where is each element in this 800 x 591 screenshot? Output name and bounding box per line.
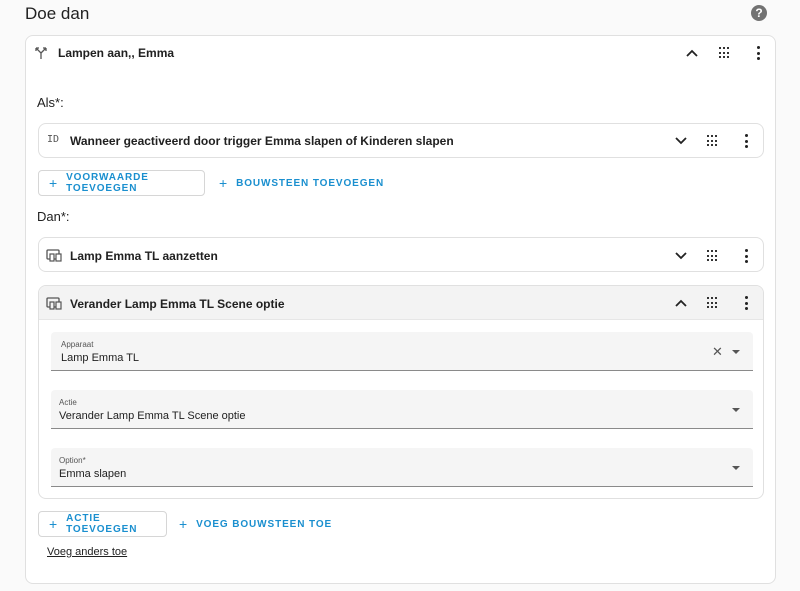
add-else-link[interactable]: Voeg anders toe	[47, 546, 127, 558]
action2-header[interactable]: Verander Lamp Emma TL Scene optie	[39, 286, 763, 320]
add-action-label: ACTIE TOEVOEGEN	[66, 513, 138, 535]
action-card-1[interactable]: Lamp Emma TL aanzetten	[38, 237, 764, 272]
plus-icon: +	[49, 516, 59, 532]
action-field-value: Verander Lamp Emma TL Scene optie	[59, 410, 246, 422]
more-options-icon[interactable]	[743, 249, 749, 263]
add-building-block-label: BOUWSTEEN TOEVOEGEN	[236, 177, 385, 189]
branch-icon	[34, 46, 48, 60]
add-condition-label: VOORWAARDE TOEVOEGEN	[66, 172, 149, 194]
chevron-down-icon[interactable]	[671, 246, 691, 266]
clear-icon[interactable]: ✕	[712, 345, 723, 358]
device-field-label: Apparaat	[61, 340, 94, 349]
drag-handle-icon[interactable]	[707, 135, 717, 147]
id-icon: ID	[47, 134, 60, 145]
plus-icon: +	[49, 175, 59, 191]
chevron-up-icon[interactable]	[682, 43, 702, 63]
chevron-down-icon[interactable]	[671, 131, 691, 151]
dropdown-arrow-icon[interactable]	[732, 408, 740, 412]
dan-label: Dan*:	[37, 209, 70, 224]
block-card: Lampen aan,, Emma Als*: ID Wanneer geact…	[25, 35, 776, 584]
device-field[interactable]: Apparaat Lamp Emma TL ✕	[51, 332, 753, 371]
action-field[interactable]: Actie Verander Lamp Emma TL Scene optie	[51, 390, 753, 429]
drag-handle-icon[interactable]	[719, 47, 729, 59]
action-field-label: Actie	[59, 398, 77, 407]
page-title: Doe dan	[25, 4, 90, 23]
drag-handle-icon[interactable]	[707, 250, 717, 262]
dropdown-arrow-icon[interactable]	[732, 466, 740, 470]
add-building-block-label-2: VOEG BOUWSTEEN TOE	[196, 518, 333, 530]
more-options-icon[interactable]	[755, 46, 761, 60]
action-card-2: Verander Lamp Emma TL Scene optie Appara…	[38, 285, 764, 499]
block-title: Lampen aan,, Emma	[58, 46, 175, 60]
add-building-block-button-2[interactable]: + VOEG BOUWSTEEN TOE	[179, 511, 332, 537]
option-field[interactable]: Option* Emma slapen	[51, 448, 753, 487]
more-options-icon[interactable]	[743, 134, 749, 148]
add-building-block-button[interactable]: + BOUWSTEEN TOEVOEGEN	[219, 170, 384, 196]
page-header: Doe dan ?	[0, 0, 800, 30]
help-icon[interactable]: ?	[751, 5, 767, 21]
dropdown-arrow-icon[interactable]	[732, 350, 740, 354]
action2-title: Verander Lamp Emma TL Scene optie	[70, 297, 285, 311]
condition-title: Wanneer geactiveerd door trigger Emma sl…	[70, 134, 454, 148]
option-field-label: Option*	[59, 456, 86, 465]
als-label: Als*:	[37, 95, 64, 110]
add-condition-button[interactable]: + VOORWAARDE TOEVOEGEN	[38, 170, 205, 196]
plus-icon: +	[219, 175, 229, 191]
add-action-button[interactable]: + ACTIE TOEVOEGEN	[38, 511, 167, 537]
option-field-value: Emma slapen	[59, 468, 127, 480]
device-icon	[46, 249, 62, 265]
chevron-up-icon[interactable]	[671, 293, 691, 313]
drag-handle-icon[interactable]	[707, 297, 717, 309]
condition-card[interactable]: ID Wanneer geactiveerd door trigger Emma…	[38, 123, 764, 158]
action1-title: Lamp Emma TL aanzetten	[70, 249, 218, 263]
plus-icon: +	[179, 516, 189, 532]
more-options-icon[interactable]	[743, 296, 749, 310]
device-field-value: Lamp Emma TL	[61, 352, 140, 364]
device-icon	[46, 297, 62, 313]
